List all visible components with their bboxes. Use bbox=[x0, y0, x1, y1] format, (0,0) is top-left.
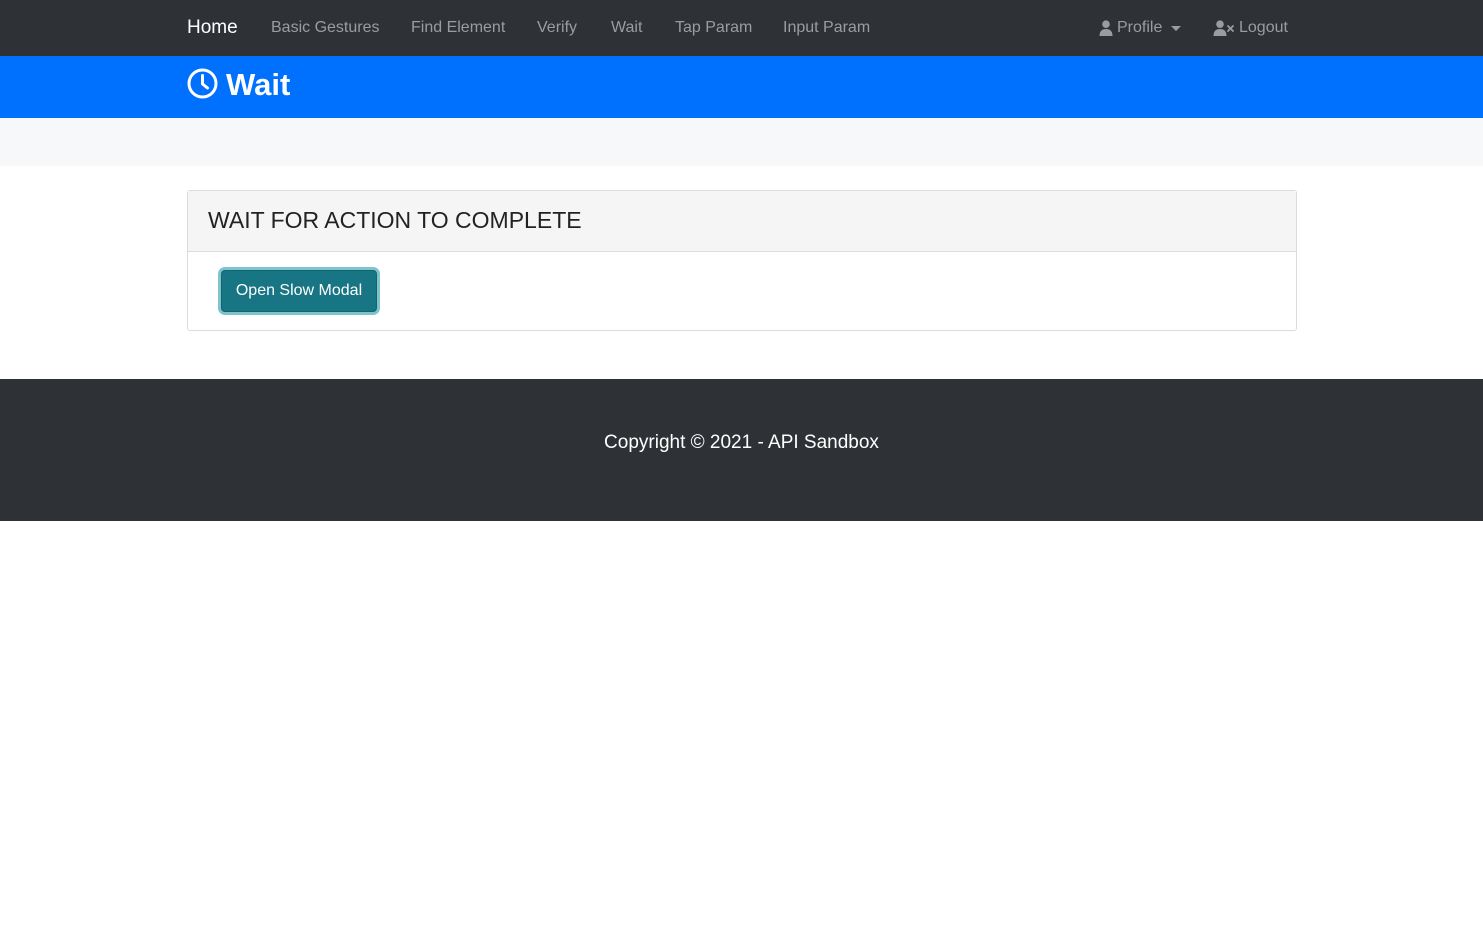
profile-dropdown[interactable]: Profile bbox=[1099, 18, 1182, 38]
nav-link-find-element[interactable]: Find Element bbox=[411, 18, 505, 38]
nav-link-tap-param[interactable]: Tap Param bbox=[675, 18, 752, 38]
logout-label: Logout bbox=[1239, 19, 1288, 36]
footer: Copyright © 2021 - API Sandbox bbox=[0, 379, 1483, 521]
user-icon bbox=[1099, 20, 1117, 36]
page-header: Wait bbox=[0, 56, 1483, 118]
wait-card: WAIT FOR ACTION TO COMPLETE Open Slow Mo… bbox=[187, 190, 1297, 331]
nav-link-input-param[interactable]: Input Param bbox=[783, 18, 870, 38]
page-title: Wait bbox=[226, 67, 291, 102]
card-title: WAIT FOR ACTION TO COMPLETE bbox=[208, 207, 582, 233]
card-header: WAIT FOR ACTION TO COMPLETE bbox=[188, 191, 1296, 252]
nav-link-wait[interactable]: Wait bbox=[611, 18, 642, 38]
nav-link-verify[interactable]: Verify bbox=[537, 18, 577, 38]
profile-label: Profile bbox=[1117, 19, 1163, 36]
open-slow-modal-button[interactable]: Open Slow Modal bbox=[221, 270, 377, 312]
chevron-down-icon bbox=[1171, 25, 1182, 31]
nav-link-basic-gestures[interactable]: Basic Gestures bbox=[271, 18, 379, 38]
user-times-icon bbox=[1213, 20, 1239, 36]
clock-icon bbox=[187, 68, 218, 104]
top-navbar: Home Basic Gestures Find Element Verify … bbox=[0, 0, 1483, 56]
nav-home-link[interactable]: Home bbox=[187, 16, 238, 40]
footer-copyright: Copyright © 2021 - API Sandbox bbox=[604, 432, 879, 453]
logout-link[interactable]: Logout bbox=[1213, 18, 1288, 38]
subheader-band bbox=[0, 118, 1483, 166]
